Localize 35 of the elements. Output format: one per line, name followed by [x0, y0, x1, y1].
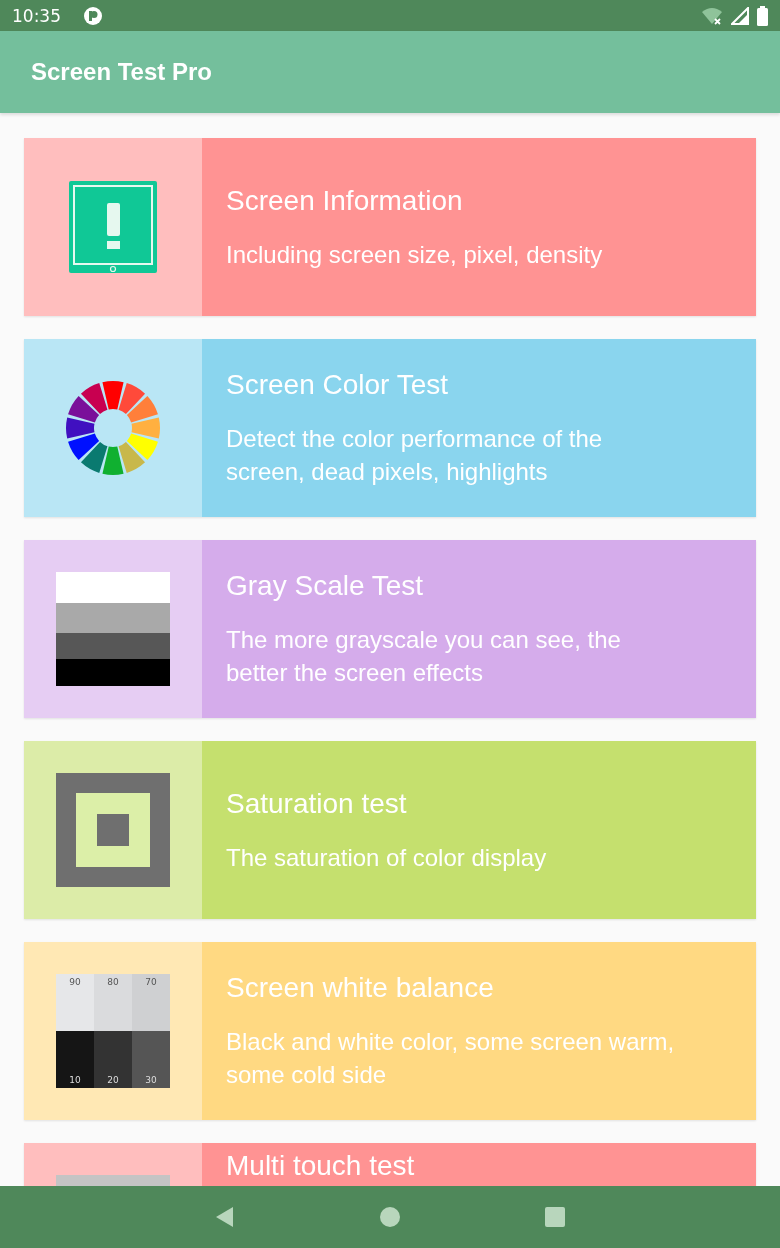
- signal-icon: [731, 6, 749, 25]
- grayscale-bars-icon: [56, 572, 170, 686]
- card-description: Detect the color performance of the screen, dead pixels, highlights: [226, 424, 604, 487]
- card-title: Saturation test: [226, 786, 408, 821]
- app-notification-icon: [83, 5, 103, 26]
- card-title: Multi touch test: [226, 1149, 416, 1183]
- app-title: Screen Test Pro: [31, 58, 212, 86]
- test-card[interactable]: Multi touch test: [24, 1143, 756, 1186]
- clock: 10:35: [12, 5, 61, 26]
- tone-label: 70: [145, 976, 157, 989]
- nested-squares-icon: [56, 773, 170, 887]
- card-description: Black and white color, some screen warm, some cold side: [226, 1027, 676, 1090]
- color-wheel-icon: [65, 380, 161, 476]
- test-card[interactable]: Saturation test The saturation of color display: [24, 741, 756, 919]
- tone-label: 80: [107, 976, 119, 989]
- tone-label: 30: [145, 1074, 157, 1087]
- test-card[interactable]: 90 80 70 10 20 30 Screen white balance Black and white color, some screen warm, some cold side: [24, 942, 756, 1120]
- test-card[interactable]: Screen Color Test Detect the color performance of the screen, dead pixels, highlights: [24, 339, 756, 517]
- tone-label: 20: [107, 1074, 119, 1087]
- card-description: The saturation of color display: [226, 842, 548, 873]
- card-title: Screen Color Test: [226, 368, 450, 402]
- home-icon[interactable]: [380, 1207, 400, 1227]
- tablet-alert-icon: [68, 180, 158, 274]
- test-card[interactable]: Screen Information Including screen size, pixel, density: [24, 138, 756, 316]
- tone-label: 90: [69, 976, 81, 989]
- tone-label: 10: [69, 1074, 81, 1087]
- wifi-off-icon: [701, 6, 723, 25]
- card-title: Screen white balance: [226, 971, 495, 1005]
- test-card[interactable]: Gray Scale Test The more grayscale you can see, the better the screen effects: [24, 540, 756, 718]
- card-title: Screen Information: [226, 183, 464, 218]
- card-description: Including screen size, pixel, density: [226, 239, 604, 270]
- card-title: Gray Scale Test: [226, 569, 425, 603]
- card-description: The more grayscale you can see, the better the screen effects: [226, 625, 622, 688]
- back-icon[interactable]: [215, 1206, 235, 1228]
- battery-icon: [757, 5, 768, 26]
